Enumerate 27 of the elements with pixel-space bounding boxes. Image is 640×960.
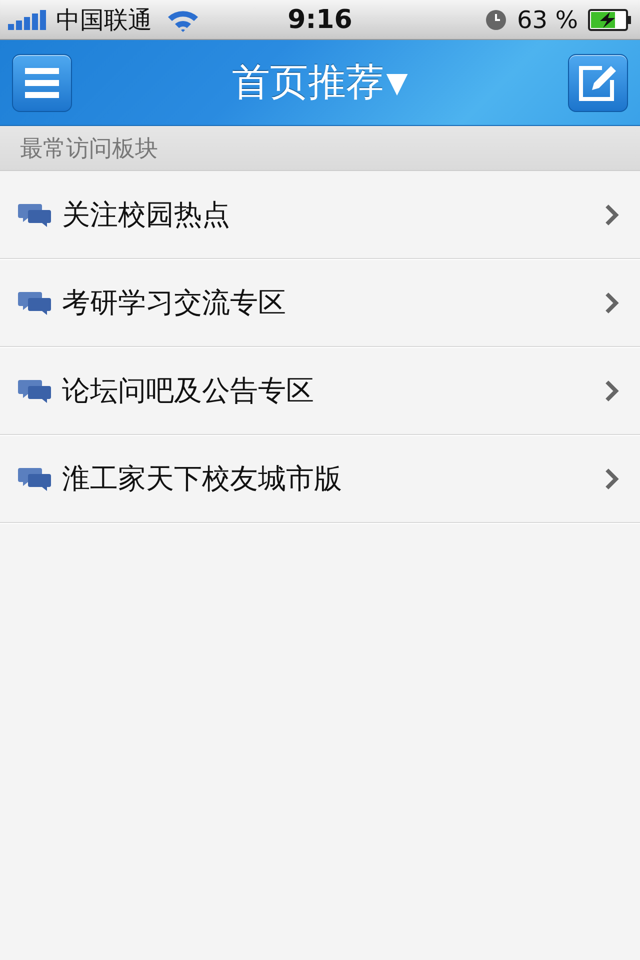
battery-charging-icon [588,8,632,30]
alarm-icon [485,8,508,30]
battery-percentage: 63 % [517,6,578,34]
carrier-name: 中国联通 [56,4,152,36]
chat-bubbles-icon [18,290,52,316]
forum-row[interactable]: 关注校园热点 [0,171,640,259]
signal-icon [8,10,48,30]
forum-name: 论坛问吧及公告专区 [62,372,315,408]
forum-row[interactable]: 考研学习交流专区 [0,259,640,347]
section-title: 最常访问板块 [20,134,158,164]
forum-row[interactable]: 论坛问吧及公告专区 [0,347,640,435]
menu-button[interactable] [12,54,72,112]
compose-icon [578,64,618,102]
chat-bubbles-icon [18,202,52,228]
forum-name: 考研学习交流专区 [62,284,287,320]
chevron-right-icon [604,378,620,402]
menu-icon [25,68,59,98]
chat-bubbles-icon [18,378,52,404]
chevron-right-icon [604,202,620,226]
chevron-right-icon [604,290,620,314]
compose-button[interactable] [568,54,628,112]
clock-time: 9:16 [288,4,352,34]
forum-row[interactable]: 淮工家天下校友城市版 [0,435,640,523]
forum-name: 淮工家天下校友城市版 [62,460,343,496]
chevron-right-icon [604,466,620,490]
forum-name: 关注校园热点 [62,196,231,232]
chat-bubbles-icon [18,466,52,492]
